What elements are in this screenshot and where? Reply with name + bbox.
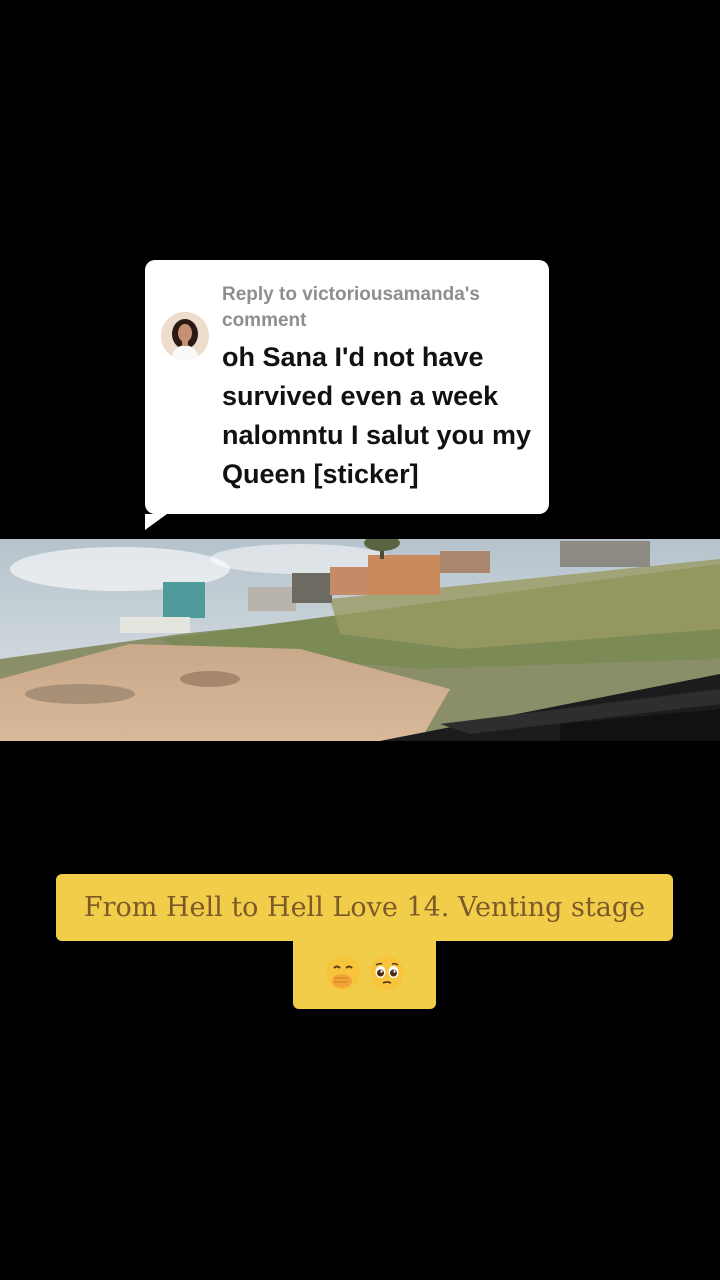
reply-to-label: Reply to victoriousamanda's comment <box>222 284 480 331</box>
video-caption: From Hell to Hell Love 14. Venting stage <box>56 874 673 941</box>
road-scene-image <box>0 539 720 741</box>
bubble-tail <box>145 514 167 530</box>
avatar-image <box>161 312 209 360</box>
caption-emoji-row <box>293 936 436 1009</box>
video-frame[interactable] <box>0 539 720 741</box>
comment-text: oh Sana I'd not have survived even a wee… <box>222 342 532 489</box>
face-with-hand-over-mouth-emoji <box>325 955 360 990</box>
commenter-avatar[interactable] <box>161 312 209 360</box>
pleading-face-emoji <box>369 955 404 990</box>
caption-text: From Hell to Hell Love 14. Venting stage <box>83 892 646 923</box>
reply-comment-bubble[interactable]: Reply to victoriousamanda's comment oh S… <box>145 260 549 530</box>
